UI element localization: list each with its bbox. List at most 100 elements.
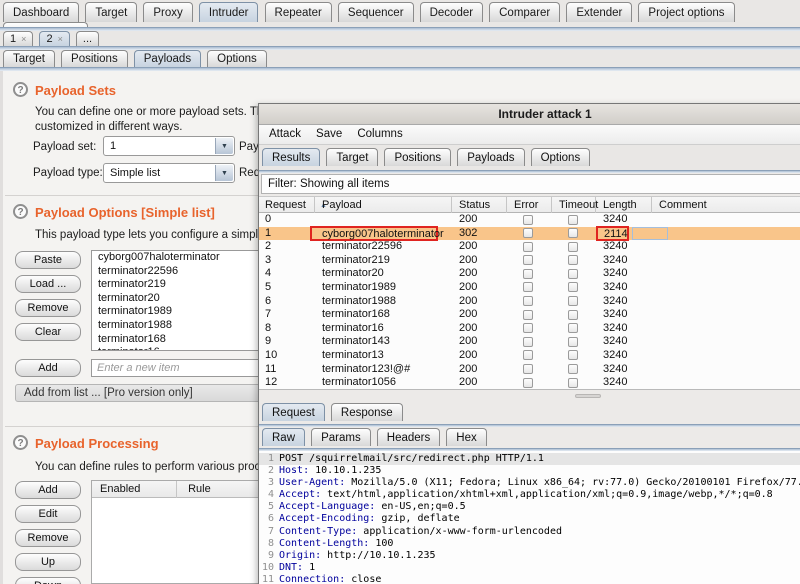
col-status[interactable]: Status	[453, 197, 507, 213]
panel-splitter[interactable]	[259, 390, 800, 401]
timeout-checkbox[interactable]	[568, 323, 578, 333]
menu-columns[interactable]: Columns	[351, 125, 408, 140]
tab-comparer[interactable]: Comparer	[489, 2, 560, 22]
tab-target[interactable]: Target	[85, 2, 137, 22]
tab-dashboard[interactable]: Dashboard	[3, 2, 79, 22]
close-icon[interactable]: ×	[58, 34, 63, 44]
error-checkbox[interactable]	[523, 378, 533, 388]
comment-cell-focus[interactable]	[632, 227, 668, 240]
error-checkbox[interactable]	[523, 255, 533, 265]
timeout-checkbox[interactable]	[568, 269, 578, 279]
result-row[interactable]: 9 terminator143 200 3240	[259, 335, 800, 349]
payload-list-item[interactable]: terminator22596	[92, 265, 286, 279]
result-row[interactable]: 3 terminator219 200 3240	[259, 254, 800, 268]
processing-down-button[interactable]: Down	[15, 577, 81, 584]
tab-target-sub[interactable]: Target	[3, 50, 55, 67]
result-row[interactable]: 6 terminator1988 200 3240	[259, 295, 800, 309]
error-checkbox[interactable]	[523, 282, 533, 292]
result-row[interactable]: 8 terminator16 200 3240	[259, 322, 800, 336]
tab-hex[interactable]: Hex	[446, 428, 486, 446]
timeout-checkbox[interactable]	[568, 378, 578, 388]
payload-list-item[interactable]: terminator168	[92, 333, 286, 347]
tab-attack-more[interactable]: ...	[76, 31, 99, 46]
col-length[interactable]: Length	[597, 197, 652, 213]
clear-button[interactable]: Clear	[15, 323, 81, 341]
tab-proxy[interactable]: Proxy	[143, 2, 192, 22]
payload-list-item[interactable]: terminator1989	[92, 305, 286, 319]
menu-attack[interactable]: Attack	[263, 125, 307, 140]
tab-project-options[interactable]: Project options	[638, 2, 734, 22]
timeout-checkbox[interactable]	[568, 350, 578, 360]
tab-params[interactable]: Params	[311, 428, 371, 446]
timeout-checkbox[interactable]	[568, 296, 578, 306]
payload-set-dropdown[interactable]: 1 ▼	[103, 136, 235, 156]
splitter-grip-icon[interactable]	[575, 394, 601, 398]
result-row-highlighted[interactable]: 1 cyborg007haloterminator 302 2114	[259, 227, 800, 241]
chevron-down-icon[interactable]: ▼	[215, 138, 233, 154]
result-row[interactable]: 10 terminator13 200 3240	[259, 349, 800, 363]
payload-list-item[interactable]: terminator20	[92, 292, 286, 306]
result-row[interactable]: 7 terminator168 200 3240	[259, 308, 800, 322]
col-comment[interactable]: Comment	[653, 197, 800, 213]
result-row[interactable]: 0 200 3240	[259, 213, 800, 227]
tab-raw[interactable]: Raw	[262, 428, 305, 446]
tab-response[interactable]: Response	[331, 403, 403, 421]
add-button[interactable]: Add	[15, 359, 81, 377]
payload-list-item[interactable]: terminator1988	[92, 319, 286, 333]
close-icon[interactable]: ×	[21, 34, 26, 44]
help-icon[interactable]: ?	[13, 204, 28, 219]
tab-attack-options[interactable]: Options	[531, 148, 591, 166]
error-checkbox[interactable]	[523, 337, 533, 347]
timeout-checkbox[interactable]	[568, 364, 578, 374]
help-icon[interactable]: ?	[13, 435, 28, 450]
timeout-checkbox[interactable]	[568, 310, 578, 320]
timeout-checkbox[interactable]	[568, 228, 578, 238]
attack-window-title[interactable]: Intruder attack 1	[259, 104, 800, 125]
tab-positions[interactable]: Positions	[61, 50, 128, 67]
error-checkbox[interactable]	[523, 364, 533, 374]
processing-edit-button[interactable]: Edit	[15, 505, 81, 523]
error-checkbox[interactable]	[523, 296, 533, 306]
error-checkbox[interactable]	[523, 323, 533, 333]
result-row[interactable]: 4 terminator20 200 3240	[259, 267, 800, 281]
col-error[interactable]: Error	[508, 197, 552, 213]
filter-bar[interactable]: Filter: Showing all items	[261, 174, 800, 194]
timeout-checkbox[interactable]	[568, 242, 578, 252]
error-checkbox[interactable]	[523, 215, 533, 225]
load-button[interactable]: Load ...	[15, 275, 81, 293]
col-request[interactable]: Request▲	[259, 197, 315, 213]
processing-add-button[interactable]: Add	[15, 481, 81, 499]
tab-options[interactable]: Options	[207, 50, 267, 67]
payload-list-item[interactable]: cyborg007haloterminator	[92, 251, 286, 265]
timeout-checkbox[interactable]	[568, 282, 578, 292]
error-checkbox[interactable]	[523, 310, 533, 320]
result-row[interactable]: 11 terminator123!@# 200 3240	[259, 363, 800, 377]
payload-type-dropdown[interactable]: Simple list ▼	[103, 163, 235, 183]
tab-repeater[interactable]: Repeater	[265, 2, 332, 22]
error-checkbox[interactable]	[523, 350, 533, 360]
tab-attack-positions[interactable]: Positions	[384, 148, 451, 166]
tab-request[interactable]: Request	[262, 403, 325, 421]
help-icon[interactable]: ?	[13, 82, 28, 97]
tab-attack-1[interactable]: 1×	[3, 31, 33, 46]
tab-attack-target[interactable]: Target	[326, 148, 378, 166]
processing-remove-button[interactable]: Remove	[15, 529, 81, 547]
result-row[interactable]: 12 terminator1056 200 3240	[259, 376, 800, 390]
col-timeout[interactable]: Timeout	[553, 197, 596, 213]
tab-attack-2[interactable]: 2×	[39, 31, 69, 46]
result-row[interactable]: 2 terminator22596 200 3240	[259, 240, 800, 254]
tab-headers[interactable]: Headers	[377, 428, 440, 446]
tab-sequencer[interactable]: Sequencer	[338, 2, 414, 22]
error-checkbox[interactable]	[523, 228, 533, 238]
tab-results[interactable]: Results	[262, 148, 320, 166]
result-row[interactable]: 5 terminator1989 200 3240	[259, 281, 800, 295]
raw-request-view[interactable]: 1POST /squirrelmail/src/redirect.php HTT…	[259, 451, 800, 584]
menu-save[interactable]: Save	[310, 125, 348, 140]
paste-button[interactable]: Paste	[15, 251, 81, 269]
tab-extender[interactable]: Extender	[566, 2, 632, 22]
payload-list-item[interactable]: terminator16	[92, 346, 286, 351]
tab-intruder[interactable]: Intruder	[199, 2, 259, 22]
error-checkbox[interactable]	[523, 242, 533, 252]
chevron-down-icon[interactable]: ▼	[215, 165, 233, 181]
error-checkbox[interactable]	[523, 269, 533, 279]
